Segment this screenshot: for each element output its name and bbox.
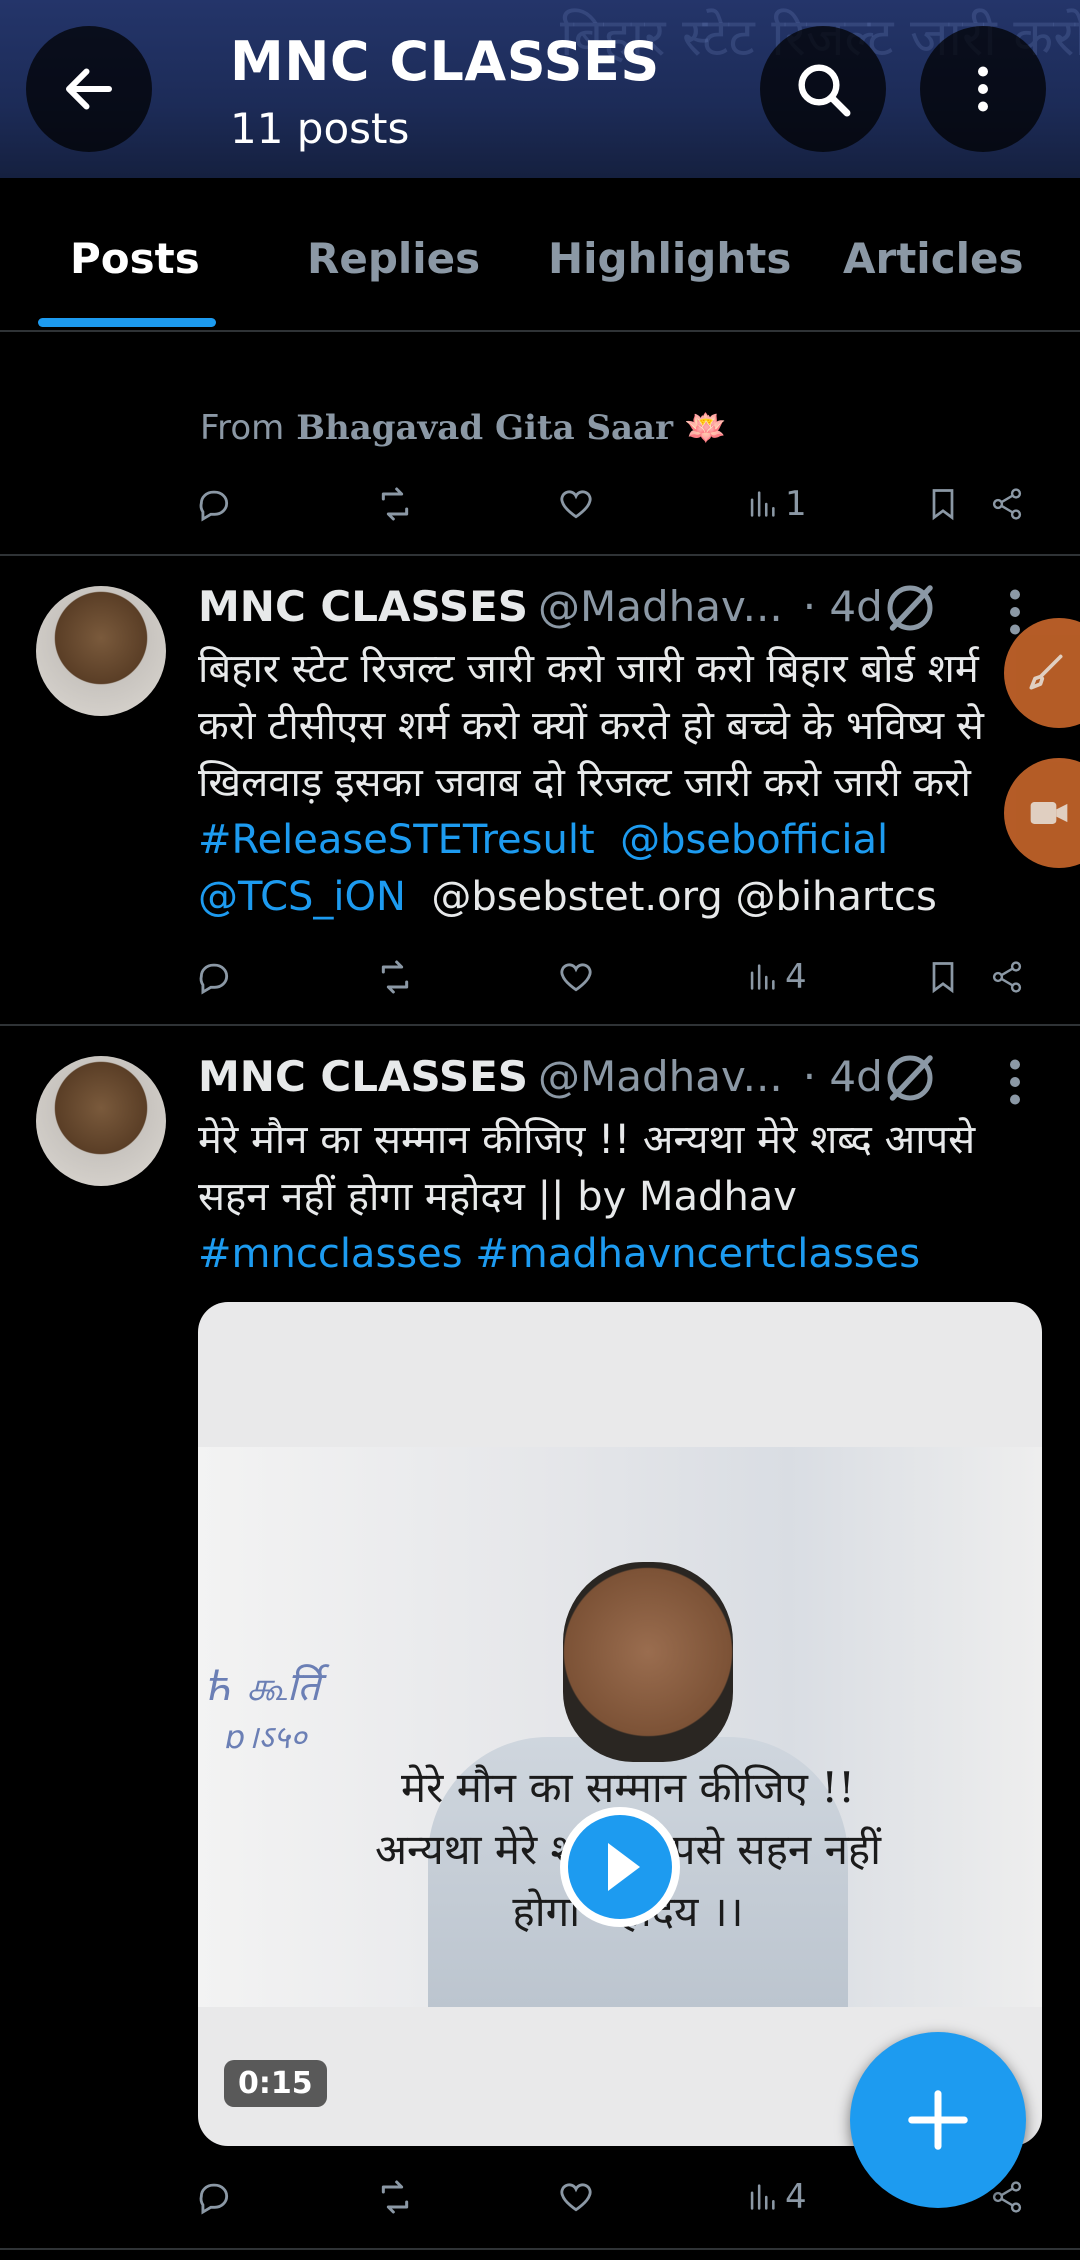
repost-icon <box>381 2180 409 2214</box>
post-count: 11 posts <box>230 104 410 153</box>
like-button[interactable] <box>557 952 595 1002</box>
back-arrow-icon <box>66 68 112 110</box>
author-name[interactable]: MNC CLASSES <box>198 1052 528 1101</box>
board-scribble: ɒ।ऽ५० <box>226 1718 307 1756</box>
author-handle[interactable]: @Madhav... <box>538 582 783 631</box>
post-time: · 4d <box>802 582 883 631</box>
post-actions: 4 <box>195 952 1035 1002</box>
like-button[interactable] <box>557 2172 595 2222</box>
tab-replies[interactable]: Replies <box>307 234 480 283</box>
video-player[interactable]: ћ கூर्ति ɒ।ऽ५० मेरे मौन का सम्मान कीजिए … <box>198 1302 1042 2146</box>
mention-link[interactable]: @bsebofficial <box>620 817 888 863</box>
avatar[interactable] <box>36 586 166 716</box>
search-icon <box>798 64 851 117</box>
repost-icon <box>381 487 409 521</box>
author-handle[interactable]: @Madhav... <box>538 1052 783 1101</box>
views-button[interactable]: 1 <box>745 479 807 529</box>
bookmark-button[interactable] <box>925 479 961 529</box>
profile-header: बिहार स्टेट रिजल्ट जारी करो MNC CLASSES … <box>0 0 1080 178</box>
plus-icon <box>908 2090 968 2150</box>
bookmark-icon <box>932 962 954 994</box>
repost-button[interactable] <box>375 952 415 1002</box>
heart-icon <box>560 2183 592 2212</box>
views-button[interactable]: 4 <box>745 952 807 1002</box>
from-source[interactable]: Bhagavad Gita Saar 🪷 <box>296 408 727 448</box>
reply-button[interactable] <box>195 479 233 529</box>
analytics-icon <box>750 491 775 517</box>
avatar[interactable] <box>36 1056 166 1186</box>
heart-icon <box>560 963 592 992</box>
post-header: MNC CLASSES @Madhav... · 4d <box>198 582 883 631</box>
share-button[interactable] <box>989 952 1025 1002</box>
post-text: बिहार स्टेट रिजल्ट जारी करो जारी करो बिह… <box>198 646 984 806</box>
back-button[interactable] <box>26 26 152 152</box>
share-icon <box>992 488 1022 520</box>
from-label: From <box>200 408 285 448</box>
heart-icon <box>560 490 592 519</box>
post-more-icon[interactable] <box>1000 1052 1030 1112</box>
analytics-icon <box>750 964 775 990</box>
brush-icon <box>1029 654 1063 690</box>
reply-button[interactable] <box>195 952 233 1002</box>
repost-button[interactable] <box>375 479 415 529</box>
from-community-line[interactable]: From Bhagavad Gita Saar 🪷 <box>200 408 727 448</box>
plain-mentions: @bsebstet.org @bihartcs <box>431 874 937 920</box>
video-camera-icon <box>1030 802 1068 824</box>
hashtag-link[interactable]: #ReleaseSTETresult <box>198 817 595 863</box>
post-text: मेरे मौन का सम्मान कीजिए !! अन्यथा मेरे … <box>198 1117 976 1220</box>
compose-button[interactable] <box>850 2032 1026 2208</box>
like-button[interactable] <box>557 479 595 529</box>
hashtag-links[interactable]: #mncclasses #madhavncertclasses <box>198 1231 920 1277</box>
profile-title: MNC CLASSES <box>230 30 660 93</box>
more-options-button[interactable] <box>920 26 1046 152</box>
video-frame: ћ கூर्ति ɒ।ऽ५० मेरे मौन का सम्मान कीजिए … <box>198 1447 1042 2007</box>
reply-icon <box>199 2183 229 2215</box>
active-tab-indicator <box>38 318 216 327</box>
post-divider <box>0 554 1080 556</box>
post-header: MNC CLASSES @Madhav... · 4d <box>198 1052 883 1101</box>
views-count: 4 <box>785 2177 807 2217</box>
reply-icon <box>199 490 229 522</box>
video-duration: 0:15 <box>224 2060 327 2107</box>
repost-icon <box>381 960 409 994</box>
analytics-icon <box>750 2184 775 2210</box>
tab-posts[interactable]: Posts <box>70 234 200 283</box>
reply-icon <box>199 963 229 995</box>
tab-articles[interactable]: Articles <box>843 234 1023 283</box>
bookmark-icon <box>932 489 954 521</box>
person-head <box>563 1562 733 1762</box>
repost-button[interactable] <box>375 2172 415 2222</box>
share-button[interactable] <box>989 479 1025 529</box>
views-button[interactable]: 4 <box>745 2172 807 2222</box>
share-icon <box>992 961 1022 993</box>
more-vertical-icon <box>978 66 988 112</box>
post-actions: 1 <box>195 479 1035 529</box>
post-divider <box>0 2248 1080 2250</box>
views-count: 1 <box>785 484 807 524</box>
post-divider <box>0 1024 1080 1026</box>
reply-button[interactable] <box>195 2172 233 2222</box>
author-name[interactable]: MNC CLASSES <box>198 582 528 631</box>
search-button[interactable] <box>760 26 886 152</box>
profile-tabs: Posts Replies Highlights Articles <box>0 178 1080 332</box>
bookmark-button[interactable] <box>925 952 961 1002</box>
views-count: 4 <box>785 957 807 997</box>
play-button[interactable] <box>560 1807 680 1927</box>
post-body: मेरे मौन का सम्मान कीजिए !! अन्यथा मेरे … <box>198 1112 1038 1283</box>
grok-icon[interactable] <box>880 1048 940 1108</box>
tab-highlights[interactable]: Highlights <box>548 234 791 283</box>
post-time: · 4d <box>802 1052 883 1101</box>
board-scribble: ћ கூर्ति <box>208 1664 321 1710</box>
grok-icon[interactable] <box>880 578 940 638</box>
mention-link[interactable]: @TCS_iON <box>198 874 406 920</box>
post-body: बिहार स्टेट रिजल्ट जारी करो जारी करो बिह… <box>198 641 1038 926</box>
play-icon <box>568 1815 672 1919</box>
